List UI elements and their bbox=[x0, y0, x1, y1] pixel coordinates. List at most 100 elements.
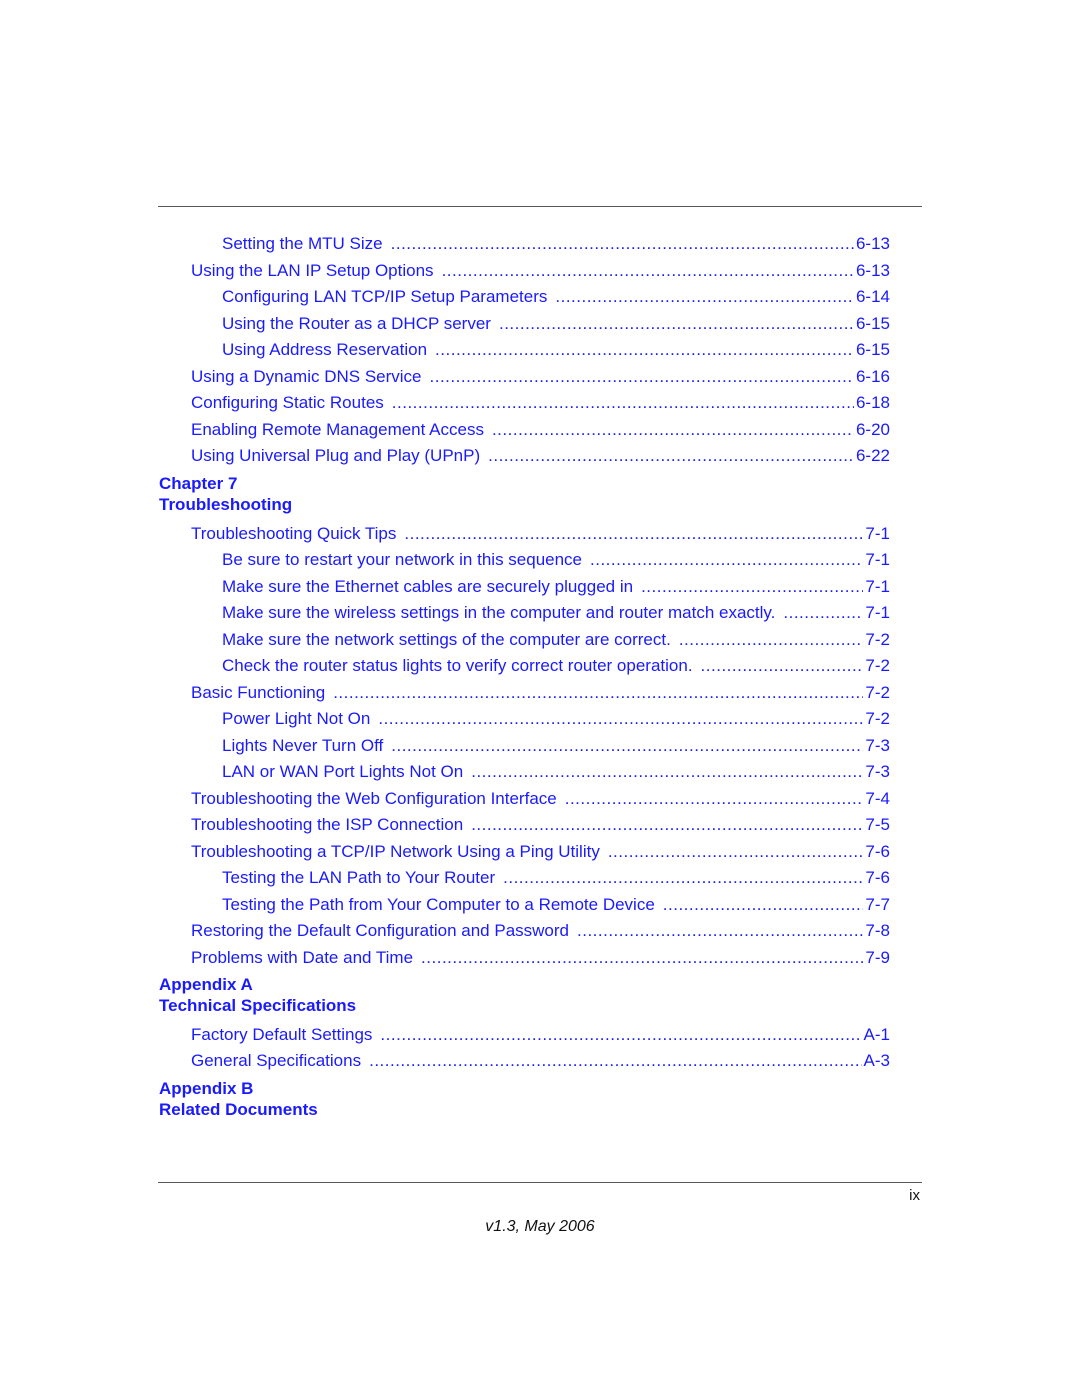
dot-leader bbox=[783, 601, 863, 625]
toc-entry-title: Restoring the Default Configuration and … bbox=[191, 921, 569, 940]
toc-entry-title: Power Light Not On bbox=[222, 709, 371, 728]
toc-entry-page: 6-13 bbox=[855, 234, 890, 253]
toc-entry-page: 7-6 bbox=[865, 868, 890, 887]
toc-entry-page: 6-20 bbox=[855, 420, 890, 439]
toc-entry-page: 7-2 bbox=[865, 656, 890, 675]
dot-leader bbox=[679, 628, 864, 652]
toc-entry-page: 6-15 bbox=[855, 340, 890, 359]
toc-entry-title: Using the Router as a DHCP server bbox=[222, 314, 491, 333]
toc-entry-title: Troubleshooting the Web Configuration In… bbox=[191, 789, 557, 808]
chapter-label[interactable]: Chapter 7 bbox=[159, 473, 237, 494]
toc-entry-title: LAN or WAN Port Lights Not On bbox=[222, 762, 464, 781]
toc-entry[interactable]: Enabling Remote Management Access 6-20 bbox=[191, 418, 890, 442]
toc-entry[interactable]: Factory Default Settings A-1 bbox=[191, 1023, 890, 1047]
dot-leader bbox=[663, 893, 864, 917]
toc-entry-title: Lights Never Turn Off bbox=[222, 736, 384, 755]
toc-entry[interactable]: Basic Functioning 7-2 bbox=[191, 681, 890, 705]
header-rule bbox=[158, 206, 922, 207]
dot-leader bbox=[503, 866, 863, 890]
chapter-title[interactable]: Troubleshooting bbox=[159, 494, 292, 515]
toc-entry-title: Make sure the network settings of the co… bbox=[222, 630, 671, 649]
dot-leader bbox=[404, 522, 863, 546]
toc-entry[interactable]: Troubleshooting the ISP Connection 7-5 bbox=[191, 813, 890, 837]
toc-entry-page: 7-2 bbox=[865, 630, 890, 649]
toc-entry-page: 7-8 bbox=[865, 921, 890, 940]
toc-entry[interactable]: Problems with Date and Time 7-9 bbox=[191, 946, 890, 970]
toc-entry-title: Configuring Static Routes bbox=[191, 393, 384, 412]
toc-entry[interactable]: Setting the MTU Size 6-13 bbox=[222, 232, 890, 256]
appendix-label[interactable]: Appendix A bbox=[159, 974, 253, 995]
toc-entry-page: 7-1 bbox=[865, 603, 890, 622]
toc-entry-page: A-1 bbox=[863, 1025, 890, 1044]
toc-entry-page: 7-1 bbox=[865, 524, 890, 543]
toc-entry-title: Troubleshooting a TCP/IP Network Using a… bbox=[191, 842, 600, 861]
toc-entry-title: Basic Functioning bbox=[191, 683, 326, 702]
toc-entry[interactable]: Configuring Static Routes 6-18 bbox=[191, 391, 890, 415]
appendix-title[interactable]: Technical Specifications bbox=[159, 995, 356, 1016]
toc-entry[interactable]: Troubleshooting the Web Configuration In… bbox=[191, 787, 890, 811]
toc-entry[interactable]: Configuring LAN TCP/IP Setup Parameters 6… bbox=[222, 285, 890, 309]
toc-entry-title: Using a Dynamic DNS Service bbox=[191, 367, 422, 386]
dot-leader bbox=[378, 707, 863, 731]
dot-leader bbox=[641, 575, 863, 599]
dot-leader bbox=[565, 787, 864, 811]
dot-leader bbox=[333, 681, 863, 705]
toc-entry-title: Check the router status lights to verify… bbox=[222, 656, 693, 675]
toc-entry-title: Be sure to restart your network in this … bbox=[222, 550, 583, 569]
toc-entry[interactable]: Be sure to restart your network in this … bbox=[222, 548, 890, 572]
toc-entry[interactable]: Using a Dynamic DNS Service 6-16 bbox=[191, 365, 890, 389]
toc-entry-title: Configuring LAN TCP/IP Setup Parameters bbox=[222, 287, 548, 306]
dot-leader bbox=[392, 391, 854, 415]
dot-leader bbox=[430, 365, 854, 389]
toc-entry[interactable]: Using the Router as a DHCP server 6-15 bbox=[222, 312, 890, 336]
toc-entry[interactable]: Testing the LAN Path to Your Router 7-6 bbox=[222, 866, 890, 890]
appendix-label[interactable]: Appendix B bbox=[159, 1078, 253, 1099]
toc-entry-title: Make sure the wireless settings in the c… bbox=[222, 603, 776, 622]
toc-entry-page: A-3 bbox=[863, 1051, 890, 1070]
toc-entry-title: Using Address Reservation bbox=[222, 340, 428, 359]
toc-entry[interactable]: Make sure the Ethernet cables are secure… bbox=[222, 575, 890, 599]
dot-leader bbox=[499, 312, 854, 336]
toc-entry[interactable]: Make sure the wireless settings in the c… bbox=[222, 601, 890, 625]
dot-leader bbox=[421, 946, 863, 970]
toc-entry[interactable]: Power Light Not On 7-2 bbox=[222, 707, 890, 731]
toc-entry-page: 6-18 bbox=[855, 393, 890, 412]
toc-entry-page: 7-4 bbox=[865, 789, 890, 808]
dot-leader bbox=[590, 548, 863, 572]
toc-entry[interactable]: Check the router status lights to verify… bbox=[222, 654, 890, 678]
toc-entry-page: 6-22 bbox=[855, 446, 890, 465]
toc-entry[interactable]: Troubleshooting a TCP/IP Network Using a… bbox=[191, 840, 890, 864]
page-number: ix bbox=[909, 1187, 920, 1204]
toc-entry-title: Make sure the Ethernet cables are secure… bbox=[222, 577, 634, 596]
toc-entry[interactable]: Troubleshooting Quick Tips 7-1 bbox=[191, 522, 890, 546]
toc-entry[interactable]: Using Address Reservation 6-15 bbox=[222, 338, 890, 362]
toc-entry-title: Using Universal Plug and Play (UPnP) bbox=[191, 446, 481, 465]
toc-entry-page: 7-2 bbox=[865, 683, 890, 702]
toc-entry[interactable]: Lights Never Turn Off 7-3 bbox=[222, 734, 890, 758]
toc-entry-page: 7-2 bbox=[865, 709, 890, 728]
dot-leader bbox=[471, 760, 863, 784]
toc-entry[interactable]: Restoring the Default Configuration and … bbox=[191, 919, 890, 943]
toc-entry-page: 7-3 bbox=[865, 736, 890, 755]
toc-entry-title: Testing the Path from Your Computer to a… bbox=[222, 895, 655, 914]
toc-entry-page: 6-15 bbox=[855, 314, 890, 333]
toc-entry-title: Testing the LAN Path to Your Router bbox=[222, 868, 496, 887]
toc-entry[interactable]: Make sure the network settings of the co… bbox=[222, 628, 890, 652]
toc-entry-title: Troubleshooting the ISP Connection bbox=[191, 815, 464, 834]
toc-entry-page: 7-1 bbox=[865, 577, 890, 596]
toc-entry[interactable]: General Specifications A-3 bbox=[191, 1049, 890, 1073]
toc-entry[interactable]: Using the LAN IP Setup Options 6-13 bbox=[191, 259, 890, 283]
toc-entry[interactable]: LAN or WAN Port Lights Not On 7-3 bbox=[222, 760, 890, 784]
toc-entry[interactable]: Using Universal Plug and Play (UPnP) 6-22 bbox=[191, 444, 890, 468]
dot-leader bbox=[608, 840, 864, 864]
footer-rule bbox=[158, 1182, 922, 1183]
dot-leader bbox=[391, 734, 863, 758]
toc-entry-title: Problems with Date and Time bbox=[191, 948, 414, 967]
dot-leader bbox=[488, 444, 854, 468]
toc-entry[interactable]: Testing the Path from Your Computer to a… bbox=[222, 893, 890, 917]
dot-leader bbox=[442, 259, 854, 283]
dot-leader bbox=[555, 285, 854, 309]
toc-entry-title: General Specifications bbox=[191, 1051, 362, 1070]
appendix-title[interactable]: Related Documents bbox=[159, 1099, 318, 1120]
dot-leader bbox=[492, 418, 854, 442]
